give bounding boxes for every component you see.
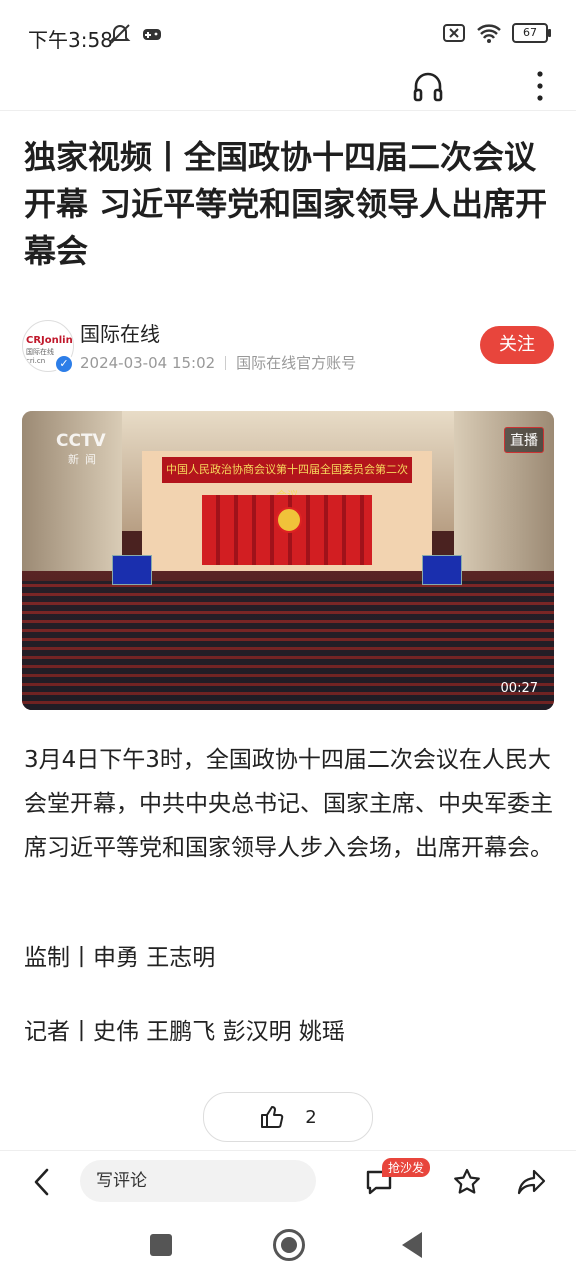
- emblem-icon: [276, 507, 302, 533]
- channel-logo: CCTV: [56, 431, 106, 451]
- mute-icon: [109, 24, 131, 44]
- credit-supervision: 监制丨申勇 王志明: [24, 945, 216, 971]
- back-arrow-icon[interactable]: [30, 1167, 54, 1197]
- credit-reporters: 记者丨史伟 王鹏飞 彭汉明 姚瑶: [24, 1019, 345, 1045]
- comment-input[interactable]: 写评论: [80, 1160, 316, 1202]
- system-nav-bar: [0, 1212, 576, 1280]
- nav-back-icon[interactable]: [402, 1232, 422, 1258]
- follow-button[interactable]: 关注: [480, 326, 554, 364]
- meta-divider: [225, 355, 227, 370]
- article-title: 独家视频丨全国政协十四届二次会议开幕 习近平等党和国家领导人出席开幕会: [24, 138, 548, 270]
- like-count: 2: [305, 1106, 317, 1128]
- status-time: 下午3:58: [28, 28, 113, 52]
- like-button[interactable]: 2: [203, 1092, 373, 1142]
- article-body: 3月4日下午3时，全国政协十四届二次会议在人民大会堂开幕，中共中央总书记、国家主…: [24, 747, 553, 861]
- sim-off-icon: [443, 24, 465, 42]
- headphones-icon[interactable]: [412, 66, 444, 106]
- author-meta: 2024-03-04 15:02 国际在线官方账号: [80, 352, 356, 373]
- game-icon: [143, 29, 161, 40]
- author-row: CRJonline 国际在线 cri.cn ✓ 国际在线 2024-03-04 …: [22, 318, 554, 378]
- favorite-star-icon[interactable]: [452, 1167, 482, 1197]
- sofa-badge: 抢沙发: [382, 1158, 431, 1177]
- verified-icon: ✓: [54, 354, 74, 374]
- thumbs-up-icon: [261, 1106, 284, 1128]
- publish-date: 2024-03-04 15:02: [80, 353, 216, 372]
- video-duration: 00:27: [500, 681, 538, 696]
- share-icon[interactable]: [516, 1167, 548, 1197]
- home-icon[interactable]: [273, 1229, 305, 1261]
- channel-sub: 新闻: [68, 453, 102, 466]
- top-bar: [0, 60, 576, 111]
- author-name[interactable]: 国际在线: [80, 318, 160, 347]
- video-player[interactable]: 中国人民政治协商会议第十四届全国委员会第二次会议 CCTV 新闻 直播 00:2…: [22, 411, 554, 710]
- more-options-icon[interactable]: [530, 66, 550, 106]
- recents-icon[interactable]: [150, 1234, 172, 1256]
- video-banner: 中国人民政治协商会议第十四届全国委员会第二次会议: [162, 457, 412, 502]
- battery-icon: 67: [512, 23, 551, 43]
- account-type: 国际在线官方账号: [236, 354, 357, 372]
- bottom-action-bar: 写评论 抢沙发: [0, 1150, 576, 1211]
- live-badge: 直播: [504, 427, 544, 453]
- avatar-logo: CRJonline: [26, 335, 73, 346]
- wifi-icon: [477, 24, 501, 43]
